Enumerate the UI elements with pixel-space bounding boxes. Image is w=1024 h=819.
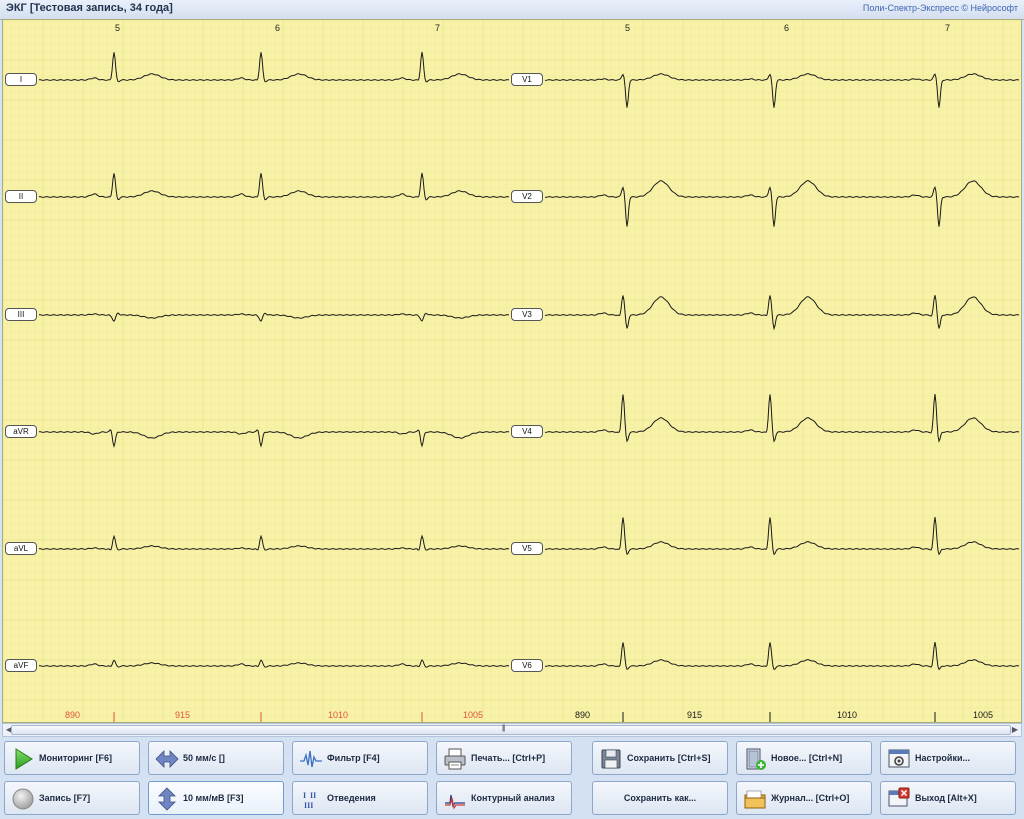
ecg-trace-V1 [544, 73, 1020, 108]
waveform-icon [300, 750, 322, 768]
lead-label-aVL[interactable]: aVL [5, 542, 37, 555]
rr-interval-value: 1010 [328, 710, 349, 720]
leads-icon-ii: II [310, 791, 316, 800]
bottom-toolbar: Мониторинг [F6] 50 мм/с [] Фильтр [F4] П… [0, 737, 1024, 819]
scrollbar-thumb[interactable]: ||| [11, 725, 1011, 735]
ecg-trace-I [38, 51, 510, 83]
ecg-trace-V6 [544, 642, 1020, 671]
rr-interval-value: 1005 [463, 710, 484, 720]
leads-button[interactable]: I II III Отведения [292, 781, 428, 815]
lead-label-V6[interactable]: V6 [511, 659, 543, 672]
gain-button-label: 10 мм/мВ [F3] [183, 793, 244, 803]
settings-button-label: Настройки... [915, 753, 970, 763]
journal-folder-icon [744, 790, 766, 809]
rr-interval-value: 1010 [837, 710, 858, 720]
ecg-trace-III [38, 312, 510, 323]
contour-analysis-button[interactable]: Контурный анализ [436, 781, 572, 815]
lead-label-aVF[interactable]: aVF [5, 659, 37, 672]
monitoring-button-label: Мониторинг [F6] [39, 753, 112, 763]
horizontal-arrows-icon [155, 750, 179, 768]
lead-label-III[interactable]: III [5, 308, 37, 321]
save-as-button[interactable]: Сохранить как... [592, 781, 728, 815]
leads-icon-i: I [303, 791, 306, 800]
new-button-label: Новое... [Ctrl+N] [771, 753, 843, 763]
leads-icon-iii: III [304, 801, 313, 810]
print-button[interactable]: Печать... [Ctrl+P] [436, 741, 572, 775]
print-button-label: Печать... [Ctrl+P] [471, 753, 546, 763]
brand-label: Поли-Спектр-Экспресс © Нейрософт [862, 3, 1018, 13]
title-bar: ЭКГ [Тестовая запись, 34 года] Поли-Спек… [0, 0, 1024, 20]
save-as-button-label: Сохранить как... [623, 793, 697, 803]
settings-window-icon [888, 749, 910, 768]
rr-interval-value: 890 [575, 710, 591, 720]
lead-label-II[interactable]: II [5, 190, 37, 203]
new-button[interactable]: Новое... [Ctrl+N] [736, 741, 872, 775]
journal-button-label: Журнал... [Ctrl+O] [771, 793, 850, 803]
beat-number: 5 [625, 23, 631, 33]
speed-button[interactable]: 50 мм/с [] [148, 741, 284, 775]
play-icon [15, 748, 33, 770]
lead-label-V4[interactable]: V4 [511, 425, 543, 438]
rr-interval-value: 1005 [973, 710, 994, 720]
beat-number: 6 [784, 23, 790, 33]
printer-icon [444, 748, 466, 770]
filter-button-label: Фильтр [F4] [327, 753, 380, 763]
record-button[interactable]: Запись [F7] [4, 781, 140, 815]
lead-label-V5[interactable]: V5 [511, 542, 543, 555]
vertical-arrows-icon [158, 787, 176, 811]
leads-button-label: Отведения [327, 793, 376, 803]
contour-analysis-button-label: Контурный анализ [471, 793, 555, 803]
exit-window-icon [888, 787, 910, 807]
gain-button[interactable]: 10 мм/мВ [F3] [148, 781, 284, 815]
lead-label-aVR[interactable]: aVR [5, 425, 37, 438]
window-title: ЭКГ [Тестовая запись, 34 года] [6, 2, 173, 14]
beat-number: 5 [115, 23, 121, 33]
rr-interval-value: 890 [65, 710, 81, 720]
rr-interval-value: 915 [175, 710, 191, 720]
contour-analysis-icon [445, 794, 465, 810]
filter-button[interactable]: Фильтр [F4] [292, 741, 428, 775]
lead-label-V1[interactable]: V1 [511, 73, 543, 86]
journal-button[interactable]: Журнал... [Ctrl+O] [736, 781, 872, 815]
ecg-paper[interactable]: I II III aVR aVL aVF V1 V2 V3 V4 V5 V6 5 6 7 5 6 7 890 915 1… [2, 19, 1022, 723]
exit-button[interactable]: Выход [Alt+X] [880, 781, 1016, 815]
lead-label-V3[interactable]: V3 [511, 308, 543, 321]
rr-interval-value: 915 [687, 710, 703, 720]
save-button[interactable]: Сохранить [Ctrl+S] [592, 741, 728, 775]
leads-roman-icon: I II III [303, 791, 316, 810]
scroll-right-icon[interactable]: ▶ [1009, 725, 1021, 735]
record-button-label: Запись [F7] [39, 793, 91, 803]
beat-number: 7 [435, 23, 441, 33]
ecg-trace-V5 [544, 517, 1020, 556]
exit-button-label: Выход [Alt+X] [915, 793, 977, 803]
floppy-icon [601, 749, 621, 769]
save-button-label: Сохранить [Ctrl+S] [627, 753, 711, 763]
lead-label-I[interactable]: I [5, 73, 37, 86]
beat-number: 6 [275, 23, 281, 33]
record-circle-icon [12, 788, 34, 810]
ecg-grid [3, 20, 1021, 722]
scrollbar-grip: ||| [502, 725, 506, 732]
horizontal-scrollbar[interactable]: ◀ ||| ▶ [2, 723, 1022, 737]
speed-button-label: 50 мм/с [] [183, 753, 225, 763]
settings-button[interactable]: Настройки... [880, 741, 1016, 775]
monitoring-button[interactable]: Мониторинг [F6] [4, 741, 140, 775]
ecg-trace-V4 [544, 394, 1020, 443]
lead-label-V2[interactable]: V2 [511, 190, 543, 203]
ecg-trace-aVF [38, 659, 510, 668]
beat-number: 7 [945, 23, 951, 33]
new-door-icon [746, 748, 766, 770]
ecg-traces [3, 20, 1021, 722]
